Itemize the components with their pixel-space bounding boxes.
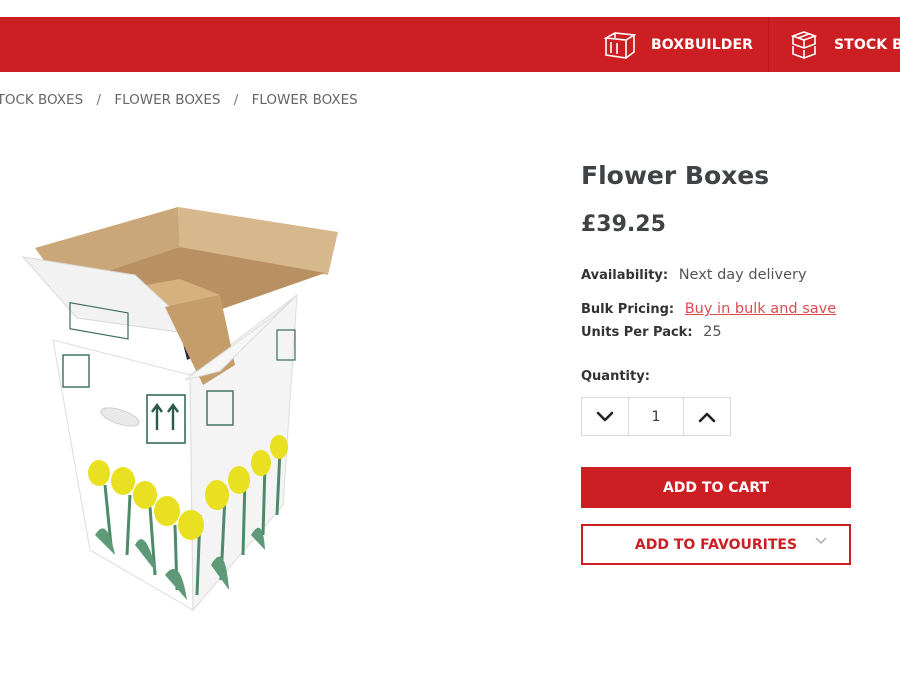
quantity-increase-button[interactable]	[683, 398, 730, 435]
units-per-pack-value: 25	[703, 324, 722, 340]
flower-box-product-image	[21, 207, 338, 612]
bulk-pricing-row: Bulk Pricing: Buy in bulk and save	[581, 301, 836, 317]
add-to-cart-button[interactable]: ADD TO CART	[581, 467, 851, 508]
breadcrumb-flower-boxes-category[interactable]: FLOWER BOXES	[114, 92, 220, 108]
chevron-down-icon	[596, 411, 614, 421]
breadcrumb-separator: /	[233, 92, 239, 108]
breadcrumb: STOCK BOXES / FLOWER BOXES / FLOWER BOXE…	[0, 92, 358, 108]
quantity-input[interactable]	[629, 398, 683, 435]
quantity-decrease-button[interactable]	[582, 398, 629, 435]
nav-stock-boxes-label: STOCK BOXES	[834, 36, 900, 53]
bulk-pricing-link[interactable]: Buy in bulk and save	[685, 301, 836, 317]
nav-boxbuilder[interactable]: BOXBUILDER	[603, 17, 753, 72]
units-per-pack-label: Units Per Pack:	[581, 325, 693, 340]
breadcrumb-separator: /	[96, 92, 102, 108]
product-image[interactable]	[15, 195, 355, 629]
chevron-down-icon	[815, 537, 827, 544]
availability-row: Availability: Next day delivery	[581, 267, 807, 283]
add-to-favourites-label: ADD TO FAVOURITES	[634, 536, 798, 553]
nav-stock-boxes[interactable]: STOCK BOXES	[788, 17, 900, 72]
add-to-favourites-button[interactable]: ADD TO FAVOURITES	[581, 524, 851, 565]
quantity-stepper	[581, 397, 731, 436]
breadcrumb-stock-boxes[interactable]: STOCK BOXES	[0, 92, 83, 108]
units-per-pack-row: Units Per Pack: 25	[581, 324, 722, 340]
stacked-boxes-icon	[790, 30, 818, 59]
product-title: Flower Boxes	[581, 161, 770, 190]
top-navigation-bar: BOXBUILDER STOCK BOXES	[0, 17, 900, 72]
availability-label: Availability:	[581, 268, 669, 283]
product-price: £39.25	[581, 212, 666, 237]
box-outline-icon	[603, 31, 637, 59]
chevron-up-icon	[698, 412, 716, 422]
breadcrumb-flower-boxes-current: FLOWER BOXES	[251, 92, 358, 108]
bulk-pricing-label: Bulk Pricing:	[581, 302, 675, 317]
availability-value: Next day delivery	[678, 267, 807, 283]
quantity-label: Quantity:	[581, 369, 650, 384]
nav-boxbuilder-label: BOXBUILDER	[651, 36, 754, 53]
nav-divider	[768, 17, 769, 72]
